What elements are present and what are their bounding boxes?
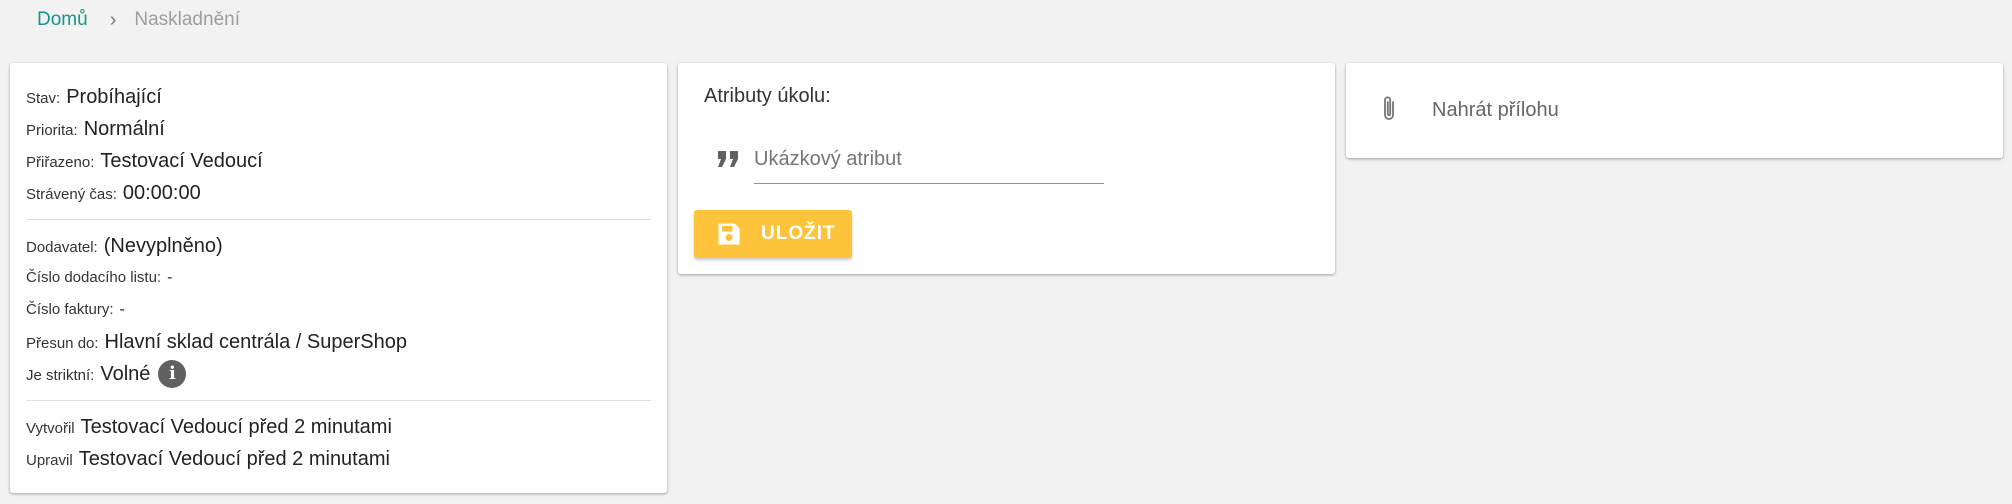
breadcrumb: Domů › Naskladnění [37, 0, 240, 40]
divider [26, 400, 651, 401]
assigned-value: Testovací Vedoucí [100, 150, 263, 172]
paperclip-icon [1384, 96, 1394, 120]
save-button[interactable]: ULOŽIT [694, 210, 852, 258]
status-label: Stav: [26, 90, 61, 107]
updated-label: Upravil [26, 452, 73, 469]
floppy-disk-icon [718, 223, 740, 245]
invoice-value: - [119, 301, 125, 318]
quote-icon [718, 151, 738, 167]
delivery-note-row: Číslo dodacího listu: - [26, 262, 651, 294]
breadcrumb-home-link[interactable]: Domů [37, 9, 88, 31]
invoice-row: Číslo faktury: - [26, 294, 651, 326]
task-attributes-card: Atributy úkolu: ULOŽIT [678, 63, 1335, 274]
strict-row: Je striktní: Volné i [26, 358, 651, 390]
upload-attachment-card[interactable]: Nahrát přílohu [1346, 63, 2003, 158]
assigned-label: Přiřazeno: [26, 154, 95, 171]
transfer-to-row: Přesun do: Hlavní sklad centrála / Super… [26, 326, 651, 358]
priority-row: Priorita: Normální [26, 113, 651, 145]
time-spent-row: Strávený čas: 00:00:00 [26, 177, 651, 209]
priority-value: Normální [83, 118, 165, 140]
strict-label: Je striktní: [26, 367, 95, 384]
task-info-card: Stav: Probíhající Priorita: Normální Při… [10, 63, 667, 493]
attributes-title: Atributy úkolu: [704, 85, 831, 107]
upload-attachment-label[interactable]: Nahrát přílohu [1432, 99, 1559, 122]
supplier-row: Dodavatel: (Nevyplněno) [26, 230, 651, 262]
transfer-to-value: Hlavní sklad centrála / SuperShop [104, 331, 407, 353]
supplier-value: (Nevyplněno) [103, 235, 223, 257]
status-row: Stav: Probíhající [26, 81, 651, 113]
breadcrumb-separator: › [109, 8, 117, 31]
attribute-input[interactable] [754, 139, 1104, 179]
attribute-field [754, 139, 1104, 184]
delivery-note-value: - [167, 269, 173, 286]
time-spent-value: 00:00:00 [122, 182, 201, 204]
created-value: Testovací Vedoucí před 2 minutami [80, 416, 392, 438]
divider [26, 219, 651, 220]
time-spent-label: Strávený čas: [26, 186, 117, 203]
created-label: Vytvořil [26, 420, 75, 437]
priority-label: Priorita: [26, 122, 78, 139]
transfer-to-label: Přesun do: [26, 335, 99, 352]
created-row: Vytvořil Testovací Vedoucí před 2 minuta… [26, 411, 651, 443]
supplier-label: Dodavatel: [26, 239, 98, 256]
save-button-label: ULOŽIT [761, 223, 836, 244]
info-icon[interactable]: i [158, 360, 187, 388]
updated-value: Testovací Vedoucí před 2 minutami [78, 448, 390, 470]
status-value: Probíhající [66, 86, 162, 108]
breadcrumb-current: Naskladnění [134, 9, 240, 30]
delivery-note-label: Číslo dodacího listu: [26, 269, 162, 286]
invoice-label: Číslo faktury: [26, 301, 114, 318]
strict-value: Volné [100, 363, 151, 385]
updated-row: Upravil Testovací Vedoucí před 2 minutam… [26, 443, 651, 475]
assigned-row: Přiřazeno: Testovací Vedoucí [26, 145, 651, 177]
